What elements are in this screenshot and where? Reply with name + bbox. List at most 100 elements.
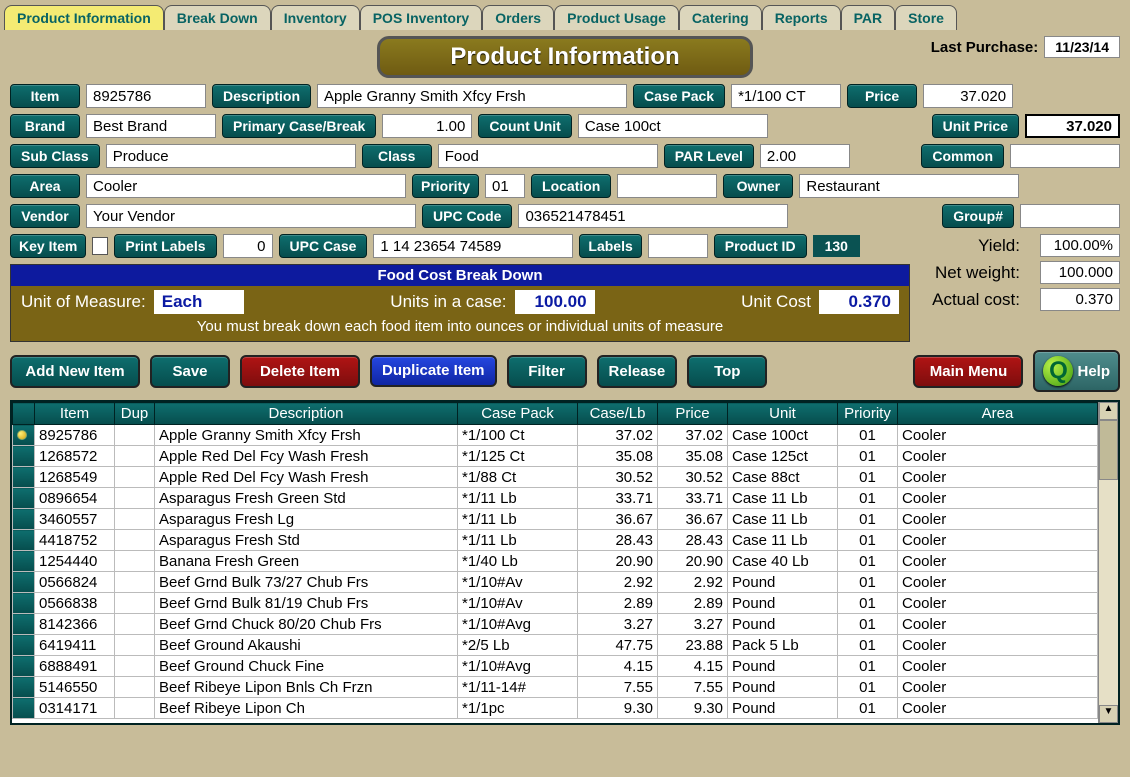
row-selector[interactable] [13,488,35,509]
add-new-item-button[interactable]: Add New Item [10,355,140,388]
tab-catering[interactable]: Catering [679,5,762,30]
group-input[interactable] [1020,204,1120,228]
count-unit-input[interactable] [578,114,768,138]
table-row[interactable]: 0566838Beef Grnd Bulk 81/19 Chub Frs*1/1… [13,593,1098,614]
priority-input[interactable] [485,174,525,198]
scroll-up-icon[interactable]: ▲ [1099,402,1118,420]
par-level-button[interactable]: PAR Level [664,144,754,168]
scroll-thumb[interactable] [1099,420,1118,480]
table-row[interactable]: 5146550Beef Ribeye Lipon Bnls Ch Frzn*1/… [13,677,1098,698]
key-item-button[interactable]: Key Item [10,234,86,258]
vendor-input[interactable] [86,204,416,228]
table-row[interactable]: 6888491Beef Ground Chuck Fine*1/10#Avg4.… [13,656,1098,677]
print-labels-button[interactable]: Print Labels [114,234,216,258]
row-selector[interactable] [13,656,35,677]
table-row[interactable]: 0314171Beef Ribeye Lipon Ch*1/1pc9.309.3… [13,698,1098,719]
table-row[interactable]: 1268572Apple Red Del Fcy Wash Fresh*1/12… [13,446,1098,467]
tab-par[interactable]: PAR [841,5,896,30]
col-area[interactable]: Area [898,403,1098,425]
labels-button[interactable]: Labels [579,234,641,258]
owner-button[interactable]: Owner [723,174,793,198]
scroll-down-icon[interactable]: ▼ [1099,705,1118,723]
grid-scrollbar[interactable]: ▲ ▼ [1098,402,1118,723]
upc-code-input[interactable] [518,204,788,228]
location-button[interactable]: Location [531,174,611,198]
tab-reports[interactable]: Reports [762,5,841,30]
item-button[interactable]: Item [10,84,80,108]
table-row[interactable]: 1268549Apple Red Del Fcy Wash Fresh*1/88… [13,467,1098,488]
row-selector[interactable] [13,425,35,446]
upc-case-button[interactable]: UPC Case [279,234,368,258]
area-input[interactable] [86,174,406,198]
col-item[interactable]: Item [35,403,115,425]
priority-button[interactable]: Priority [412,174,479,198]
price-button[interactable]: Price [847,84,917,108]
release-button[interactable]: Release [597,355,678,388]
tab-inventory[interactable]: Inventory [271,5,360,30]
class-input[interactable] [438,144,658,168]
save-button[interactable]: Save [150,355,230,388]
vendor-button[interactable]: Vendor [10,204,80,228]
tab-product-information[interactable]: Product Information [4,5,164,30]
row-selector[interactable] [13,593,35,614]
tab-pos-inventory[interactable]: POS Inventory [360,5,482,30]
count-unit-button[interactable]: Count Unit [478,114,572,138]
location-input[interactable] [617,174,717,198]
row-selector[interactable] [13,530,35,551]
row-selector[interactable] [13,509,35,530]
uom-value[interactable]: Each [154,290,244,314]
top-button[interactable]: Top [687,355,767,388]
class-button[interactable]: Class [362,144,432,168]
row-selector[interactable] [13,635,35,656]
area-button[interactable]: Area [10,174,80,198]
row-selector[interactable] [13,551,35,572]
unit-cost-value[interactable]: 0.370 [819,290,899,314]
row-selector[interactable] [13,572,35,593]
col-selector[interactable] [13,403,35,425]
units-in-case-value[interactable]: 100.00 [515,290,595,314]
table-row[interactable]: 0566824Beef Grnd Bulk 73/27 Chub Frs*1/1… [13,572,1098,593]
key-item-checkbox[interactable] [92,237,108,255]
unit-price-button[interactable]: Unit Price [932,114,1019,138]
table-row[interactable]: 6419411Beef Ground Akaushi*2/5 Lb47.7523… [13,635,1098,656]
col-case-pack[interactable]: Case Pack [458,403,578,425]
table-row[interactable]: 8142366Beef Grnd Chuck 80/20 Chub Frs*1/… [13,614,1098,635]
duplicate-item-button[interactable]: Duplicate Item [370,355,497,388]
primary-case-break-input[interactable] [382,114,472,138]
col-dup[interactable]: Dup [115,403,155,425]
col-description[interactable]: Description [155,403,458,425]
col-case-lb[interactable]: Case/Lb [578,403,658,425]
upc-code-button[interactable]: UPC Code [422,204,512,228]
row-selector[interactable] [13,446,35,467]
price-input[interactable] [923,84,1013,108]
description-input[interactable] [317,84,627,108]
table-row[interactable]: 0896654Asparagus Fresh Green Std*1/11 Lb… [13,488,1098,509]
brand-input[interactable] [86,114,216,138]
upc-case-input[interactable] [373,234,573,258]
table-row[interactable]: 8925786Apple Granny Smith Xfcy Frsh*1/10… [13,425,1098,446]
labels-input[interactable] [648,234,708,258]
table-row[interactable]: 4418752Asparagus Fresh Std*1/11 Lb28.432… [13,530,1098,551]
tab-product-usage[interactable]: Product Usage [554,5,679,30]
owner-input[interactable] [799,174,1019,198]
col-priority[interactable]: Priority [838,403,898,425]
print-labels-input[interactable] [223,234,273,258]
sub-class-button[interactable]: Sub Class [10,144,100,168]
col-price[interactable]: Price [658,403,728,425]
primary-case-break-button[interactable]: Primary Case/Break [222,114,376,138]
row-selector[interactable] [13,467,35,488]
par-level-input[interactable] [760,144,850,168]
table-row[interactable]: 3460557Asparagus Fresh Lg*1/11 Lb36.6736… [13,509,1098,530]
row-selector[interactable] [13,677,35,698]
filter-button[interactable]: Filter [507,355,587,388]
tab-break-down[interactable]: Break Down [164,5,271,30]
case-pack-input[interactable] [731,84,841,108]
delete-item-button[interactable]: Delete Item [240,355,360,388]
product-grid[interactable]: Item Dup Description Case Pack Case/Lb P… [10,400,1120,725]
row-selector[interactable] [13,698,35,719]
tab-store[interactable]: Store [895,5,957,30]
group-button[interactable]: Group# [942,204,1014,228]
item-input[interactable] [86,84,206,108]
sub-class-input[interactable] [106,144,356,168]
tab-orders[interactable]: Orders [482,5,554,30]
